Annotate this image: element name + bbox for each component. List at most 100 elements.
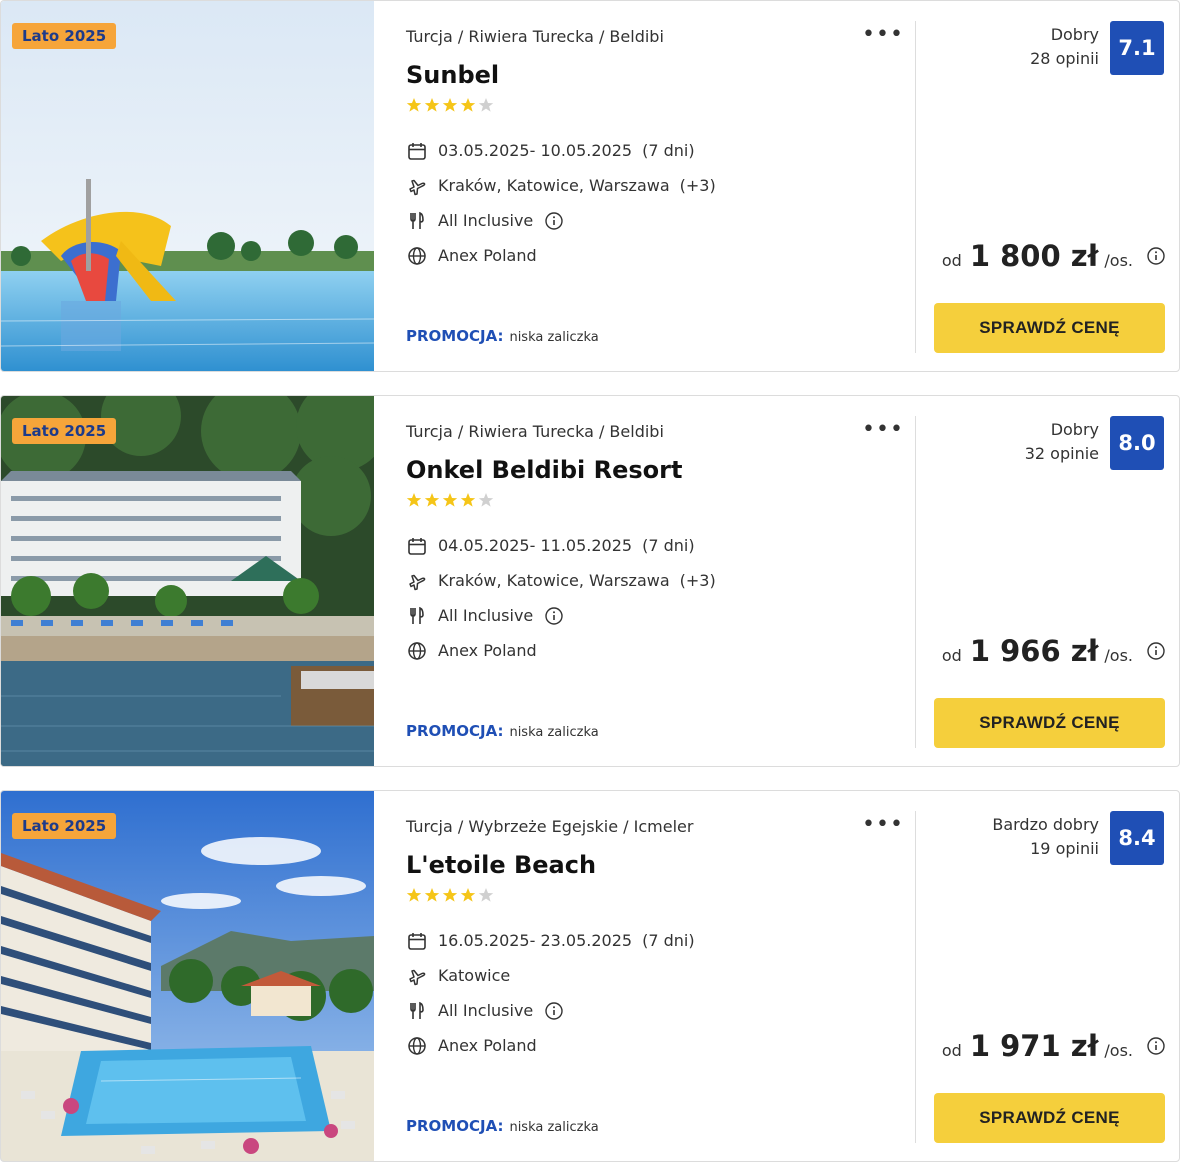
operator-text: Anex Poland bbox=[438, 246, 537, 265]
promo-text: niska zaliczka bbox=[509, 725, 599, 740]
departure-extra[interactable]: (+3) bbox=[680, 176, 716, 195]
price-suffix: /os. bbox=[1104, 1041, 1133, 1060]
offer-card[interactable]: Lato 2025 Turcja / Wybrzeże Egejskie / I… bbox=[0, 790, 1180, 1162]
globe-icon bbox=[406, 245, 428, 267]
offer-info: Turcja / Riwiera Turecka / Beldibi ••• S… bbox=[406, 1, 906, 371]
hotel-stars bbox=[406, 887, 494, 903]
promo: PROMOCJA: niska zaliczka bbox=[406, 722, 599, 740]
duration-text: (7 dni) bbox=[642, 536, 695, 555]
departure-extra[interactable]: (+3) bbox=[680, 571, 716, 590]
rating-summary: Dobry 28 opinii bbox=[1030, 23, 1099, 71]
price-suffix: /os. bbox=[1104, 251, 1133, 270]
operator-text: Anex Poland bbox=[438, 641, 537, 660]
info-icon[interactable] bbox=[545, 211, 563, 230]
promo-text: niska zaliczka bbox=[509, 1120, 599, 1135]
location-breadcrumb[interactable]: Turcja / Riwiera Turecka / Beldibi bbox=[406, 27, 664, 46]
location-breadcrumb[interactable]: Turcja / Wybrzeże Egejskie / Icmeler bbox=[406, 817, 693, 836]
divider bbox=[915, 21, 916, 353]
hotel-stars bbox=[406, 97, 494, 113]
calendar-icon bbox=[406, 140, 428, 162]
star-icon bbox=[478, 492, 494, 508]
operator-text: Anex Poland bbox=[438, 1036, 537, 1055]
offer-facts: 03.05.2025- 10.05.2025 (7 dni) Kraków, K… bbox=[406, 133, 716, 273]
hotel-name[interactable]: Onkel Beldibi Resort bbox=[406, 456, 682, 484]
board-text: All Inclusive bbox=[438, 1001, 534, 1020]
info-icon[interactable] bbox=[545, 606, 563, 625]
rating-summary: Bardzo dobry 19 opinii bbox=[992, 813, 1099, 861]
offer-card[interactable]: Lato 2025 Turcja / Riwiera Turecka / Bel… bbox=[0, 0, 1180, 372]
more-dots-icon[interactable]: ••• bbox=[862, 814, 904, 836]
hotel-name[interactable]: L'etoile Beach bbox=[406, 851, 596, 879]
promo-label: PROMOCJA: bbox=[406, 722, 504, 740]
star-icon bbox=[406, 887, 422, 903]
fact-dates: 04.05.2025- 11.05.2025 (7 dni) bbox=[406, 528, 716, 563]
dates-text: 04.05.2025- 11.05.2025 bbox=[438, 536, 633, 555]
fact-dates: 03.05.2025- 10.05.2025 (7 dni) bbox=[406, 133, 716, 168]
dates-text: 16.05.2025- 23.05.2025 bbox=[438, 931, 633, 950]
fact-dates: 16.05.2025- 23.05.2025 (7 dni) bbox=[406, 923, 695, 958]
star-icon bbox=[460, 492, 476, 508]
location-breadcrumb[interactable]: Turcja / Riwiera Turecka / Beldibi bbox=[406, 422, 664, 441]
fact-operator: Anex Poland bbox=[406, 238, 716, 273]
duration-text: (7 dni) bbox=[642, 141, 695, 160]
rating-badge: 7.1 bbox=[1110, 21, 1164, 75]
departure-text: Kraków, Katowice, Warszawa bbox=[438, 176, 670, 195]
fact-departure: Kraków, Katowice, Warszawa (+3) bbox=[406, 168, 716, 203]
cutlery-icon bbox=[406, 210, 428, 232]
rating-badge: 8.0 bbox=[1110, 416, 1164, 470]
hotel-name[interactable]: Sunbel bbox=[406, 61, 499, 89]
hotel-photo[interactable] bbox=[1, 1, 374, 371]
star-icon bbox=[460, 97, 476, 113]
promo-text: niska zaliczka bbox=[509, 330, 599, 345]
more-dots-icon[interactable]: ••• bbox=[862, 419, 904, 441]
cutlery-icon bbox=[406, 1000, 428, 1022]
price: od 1 800 zł /os. bbox=[942, 239, 1165, 273]
airplane-icon bbox=[406, 570, 428, 592]
star-icon bbox=[424, 97, 440, 113]
price-amount: 1 800 zł bbox=[969, 239, 1099, 273]
info-icon[interactable] bbox=[545, 1001, 563, 1020]
star-icon bbox=[406, 492, 422, 508]
offer-facts: 04.05.2025- 11.05.2025 (7 dni) Kraków, K… bbox=[406, 528, 716, 668]
price-info-icon[interactable] bbox=[1147, 1037, 1165, 1055]
hotel-photo[interactable] bbox=[1, 791, 374, 1161]
price-amount: 1 971 zł bbox=[969, 1029, 1099, 1063]
check-price-button[interactable]: SPRAWDŹ CENĘ bbox=[934, 1093, 1165, 1143]
more-dots-icon[interactable]: ••• bbox=[862, 24, 904, 46]
fact-board: All Inclusive bbox=[406, 993, 695, 1028]
star-icon bbox=[478, 97, 494, 113]
season-badge: Lato 2025 bbox=[12, 418, 117, 444]
star-icon bbox=[442, 97, 458, 113]
price-info-icon[interactable] bbox=[1147, 247, 1165, 265]
globe-icon bbox=[406, 640, 428, 662]
review-count[interactable]: 32 opinie bbox=[1025, 442, 1099, 466]
star-icon bbox=[424, 492, 440, 508]
calendar-icon bbox=[406, 535, 428, 557]
hotel-photo[interactable] bbox=[1, 396, 374, 766]
season-badge: Lato 2025 bbox=[12, 813, 117, 839]
fact-departure: Kraków, Katowice, Warszawa (+3) bbox=[406, 563, 716, 598]
star-icon bbox=[442, 492, 458, 508]
rating-summary: Dobry 32 opinie bbox=[1025, 418, 1099, 466]
price-amount: 1 966 zł bbox=[969, 634, 1099, 668]
check-price-button[interactable]: SPRAWDŹ CENĘ bbox=[934, 303, 1165, 353]
rating-label: Bardzo dobry bbox=[992, 815, 1099, 834]
promo-label: PROMOCJA: bbox=[406, 1117, 504, 1135]
fact-board: All Inclusive bbox=[406, 598, 716, 633]
price-info-icon[interactable] bbox=[1147, 642, 1165, 660]
airplane-icon bbox=[406, 175, 428, 197]
check-price-button[interactable]: SPRAWDŹ CENĘ bbox=[934, 698, 1165, 748]
calendar-icon bbox=[406, 930, 428, 952]
price-prefix: od bbox=[941, 646, 962, 665]
star-icon bbox=[406, 97, 422, 113]
price-prefix: od bbox=[941, 251, 962, 270]
globe-icon bbox=[406, 1035, 428, 1057]
board-text: All Inclusive bbox=[438, 606, 534, 625]
review-count[interactable]: 28 opinii bbox=[1030, 47, 1099, 71]
offer-card[interactable]: Lato 2025 Turcja / Riwiera Turecka / Bel… bbox=[0, 395, 1180, 767]
price: od 1 966 zł /os. bbox=[942, 634, 1165, 668]
fact-operator: Anex Poland bbox=[406, 633, 716, 668]
hotel-stars bbox=[406, 492, 494, 508]
promo: PROMOCJA: niska zaliczka bbox=[406, 327, 599, 345]
review-count[interactable]: 19 opinii bbox=[992, 837, 1099, 861]
